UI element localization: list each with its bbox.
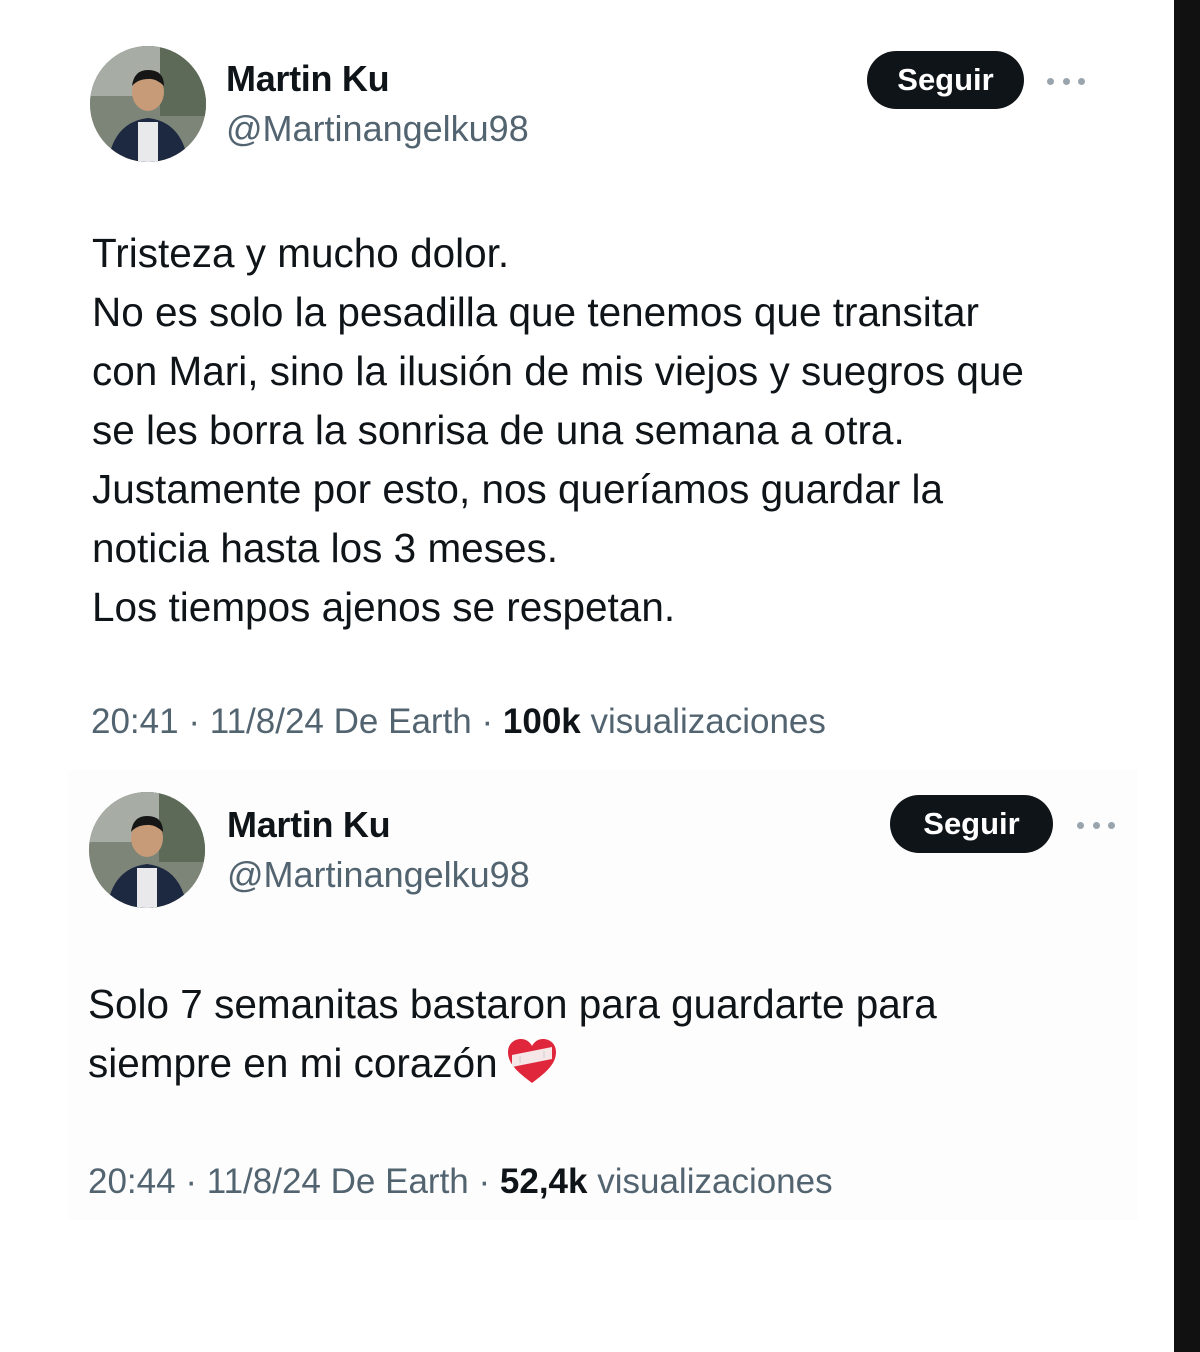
more-options-icon[interactable] xyxy=(1047,75,1085,87)
tweet-date[interactable]: 11/8/24 xyxy=(210,702,324,741)
tweet-text-line: Los tiempos ajenos se respetan. xyxy=(92,584,676,630)
tweet-meta: 20:44 · 11/8/24 De Earth · 52,4k visuali… xyxy=(88,1162,833,1202)
tweet-text: Solo 7 semanitas bastaron para guardarte… xyxy=(88,975,937,1093)
views-count: 100k xyxy=(502,702,581,741)
tweet-card-1: Martin Ku @Martinangelku98 Seguir Triste… xyxy=(70,20,1105,760)
tweet-text-line: Solo 7 semanitas bastaron para guardarte… xyxy=(88,981,937,1027)
mending-heart-icon xyxy=(506,1037,558,1103)
author-handle[interactable]: @Martinangelku98 xyxy=(226,108,529,150)
tweet-card-2: Martin Ku @Martinangelku98 Seguir Solo 7… xyxy=(68,770,1138,1220)
tweet-time[interactable]: 20:41 xyxy=(91,702,179,741)
tweet-text-line-wrap: siempre en mi corazón xyxy=(88,1034,937,1093)
tweet-text-line: se les borra la sonrisa de una semana a … xyxy=(92,407,905,453)
meta-separator: · xyxy=(481,702,494,741)
meta-separator: · xyxy=(185,1162,197,1201)
author-name[interactable]: Martin Ku xyxy=(227,804,391,846)
tweet-text-line: No es solo la pesadilla que tenemos que … xyxy=(92,289,980,335)
author-handle[interactable]: @Martinangelku98 xyxy=(227,854,530,896)
tweet-text-line: con Mari, sino la ilusión de mis viejos … xyxy=(92,348,1024,394)
avatar[interactable] xyxy=(89,792,205,908)
tweet-date[interactable]: 11/8/24 xyxy=(207,1162,321,1201)
meta-separator: · xyxy=(478,1162,491,1201)
meta-separator: · xyxy=(188,702,200,741)
tweet-text-line: Tristeza y mucho dolor. xyxy=(92,230,510,276)
tweet-text: Tristeza y mucho dolor. No es solo la pe… xyxy=(92,224,1024,637)
follow-button[interactable]: Seguir xyxy=(867,51,1024,109)
tweet-source: De Earth xyxy=(333,702,472,741)
tweet-source: De Earth xyxy=(330,1162,469,1201)
views-count: 52,4k xyxy=(499,1162,588,1201)
right-edge-bar xyxy=(1174,0,1200,1352)
author-name[interactable]: Martin Ku xyxy=(226,58,390,100)
tweet-text-line: siempre en mi corazón xyxy=(88,1040,498,1086)
tweet-time[interactable]: 20:44 xyxy=(88,1162,176,1201)
more-options-icon[interactable] xyxy=(1077,819,1115,831)
avatar[interactable] xyxy=(90,46,206,162)
tweet-text-line: Justamente por esto, nos queríamos guard… xyxy=(92,466,943,512)
tweet-text-line: noticia hasta los 3 meses. xyxy=(92,525,558,571)
follow-button[interactable]: Seguir xyxy=(890,795,1053,853)
tweet-meta: 20:41 · 11/8/24 De Earth · 100k visualiz… xyxy=(91,702,826,742)
views-label: visualizaciones xyxy=(597,1162,833,1201)
views-label: visualizaciones xyxy=(590,702,826,741)
